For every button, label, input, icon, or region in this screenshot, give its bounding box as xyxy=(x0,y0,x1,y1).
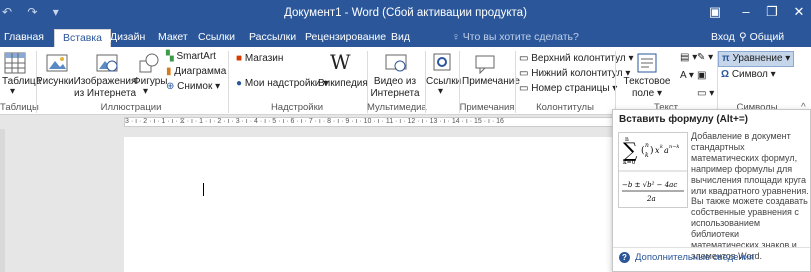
comment-icon xyxy=(475,55,495,74)
tab-references[interactable]: Ссылки xyxy=(198,29,235,47)
pictures-icon xyxy=(46,54,68,72)
person-icon: ⚲ xyxy=(739,31,747,43)
date-time-icon[interactable]: ▣ xyxy=(697,70,706,82)
header-button[interactable]: ▭ Верхний колонтитул ▾ xyxy=(519,53,634,65)
footer-button[interactable]: ▭ Нижний колонтитул ▾ xyxy=(519,68,630,80)
title-bar: ↶ ↷ ▾ Документ1 - Word (Сбой активации п… xyxy=(0,0,811,26)
horizontal-ruler[interactable]: 3 · ı · 2 · ı · 1 · ı · ⧖ · ı · 1 · ı · … xyxy=(124,117,614,127)
ribbon-display-icon[interactable]: ▣ xyxy=(700,4,730,20)
screenshot-icon: ⊕ xyxy=(166,81,175,92)
text-cursor xyxy=(203,183,204,196)
group-comments-label: Примечания xyxy=(459,102,515,113)
screenshot-button[interactable]: ⊕ Снимок ▾ xyxy=(166,81,220,93)
tell-me-search[interactable]: ♀ Что вы хотите сделать? xyxy=(452,29,579,46)
tab-mailings[interactable]: Рассылки xyxy=(249,29,296,47)
my-addins-button[interactable]: ● Мои надстройки ▾ xyxy=(236,78,328,90)
links-dropdown-icon[interactable]: ▾ xyxy=(438,86,443,98)
tab-layout[interactable]: Макет xyxy=(158,29,188,47)
online-pictures-icon xyxy=(96,54,118,72)
group-header-footer-label: Колонтитулы xyxy=(536,102,594,113)
formula-preview-image: ∑ n k=0 ( n k ) x k a n−k −b ± √b² − 4ac… xyxy=(618,132,688,208)
page-number-icon: ▭ xyxy=(519,83,529,94)
smartart-icon: ▚ xyxy=(166,51,174,62)
more-info-link[interactable]: ? Дополнительные сведения xyxy=(619,252,754,263)
page-number-button[interactable]: ▭ Номер страницы ▾ xyxy=(519,83,617,95)
signature-line-icon[interactable]: ✎ ▾ xyxy=(697,52,713,64)
svg-text:2a: 2a xyxy=(646,195,656,203)
svg-text:): ) xyxy=(650,145,654,156)
equation-button[interactable]: π Уравнение ▾ xyxy=(718,51,795,67)
document-page[interactable] xyxy=(124,137,614,272)
wikipedia-icon: W xyxy=(330,50,351,74)
links-icon xyxy=(433,53,451,71)
close-icon[interactable]: ✕ xyxy=(784,4,811,20)
tab-view[interactable]: Вид xyxy=(391,29,410,47)
tab-design[interactable]: Дизайн xyxy=(110,29,145,47)
window-title: Документ1 - Word (Сбой активации продукт… xyxy=(284,7,527,19)
online-video-button[interactable]: Видео из Интернета xyxy=(368,76,422,100)
maximize-icon[interactable]: ❐ xyxy=(757,4,787,20)
tooltip-description: Добавление в документ стандартных матема… xyxy=(691,131,809,196)
tab-home[interactable]: Главная xyxy=(4,29,44,47)
textbox-icon xyxy=(637,53,657,73)
svg-text:n: n xyxy=(645,142,649,149)
tab-review[interactable]: Рецензирование xyxy=(305,29,386,47)
group-illustrations-label: Иллюстрации xyxy=(100,102,162,113)
omega-icon: Ω xyxy=(721,69,730,80)
svg-text:(: ( xyxy=(641,145,645,156)
footer-icon: ▭ xyxy=(519,68,529,79)
shapes-button[interactable]: Фигуры xyxy=(133,76,167,88)
group-addins-label: Надстройки xyxy=(270,102,324,113)
tooltip-divider xyxy=(613,247,810,248)
tooltip-title: Вставить формулу (Alt+=) xyxy=(619,114,748,125)
tab-insert[interactable]: Вставка xyxy=(54,29,112,47)
store-button[interactable]: ■ Магазин xyxy=(236,53,283,65)
header-icon: ▭ xyxy=(519,53,529,64)
help-icon: ? xyxy=(619,252,630,263)
links-button[interactable]: Ссылки xyxy=(426,76,461,88)
svg-text:n−k: n−k xyxy=(669,144,679,150)
store-icon: ■ xyxy=(236,53,243,64)
sign-in-link[interactable]: Вход xyxy=(711,29,735,46)
wordart-icon[interactable]: A ▾ xyxy=(680,70,694,82)
chart-icon: ▮ xyxy=(166,66,172,77)
ribbon: Таблица ▾ Таблицы Рисунки Изображения из… xyxy=(0,47,811,115)
svg-text:n: n xyxy=(625,136,629,143)
quick-parts-icon[interactable]: ▤ ▾ xyxy=(680,52,697,64)
chart-button[interactable]: ▮ Диаграмма xyxy=(166,66,226,78)
left-margin-strip xyxy=(0,129,5,272)
addins-icon: ● xyxy=(236,78,243,89)
group-media-label: Мультимедиа xyxy=(367,102,427,113)
online-video-icon xyxy=(385,54,407,72)
shapes-dropdown-icon[interactable]: ▾ xyxy=(143,86,148,98)
smartart-button[interactable]: ▚ SmartArt xyxy=(166,51,216,63)
svg-text:−b ± √b² − 4ac: −b ± √b² − 4ac xyxy=(622,181,677,189)
shapes-icon xyxy=(139,53,159,73)
pi-icon: π xyxy=(722,53,730,64)
ribbon-tabs: Главная Вставка Дизайн Макет Ссылки Расс… xyxy=(0,26,811,60)
formula-illustration: ∑ n k=0 ( n k ) x k a n−k −b ± √b² − 4ac… xyxy=(619,136,687,203)
table-dropdown-icon[interactable]: ▾ xyxy=(10,86,15,98)
wikipedia-button[interactable]: Википедия xyxy=(318,78,368,90)
textbox-button[interactable]: Текстовое поле ▾ xyxy=(618,76,676,100)
table-icon xyxy=(4,52,26,74)
svg-text:k: k xyxy=(645,152,649,159)
lightbulb-icon: ♀ xyxy=(452,31,460,43)
svg-text:k=0: k=0 xyxy=(623,159,636,166)
equation-tooltip: Вставить формулу (Alt+=) ∑ n k=0 ( n k )… xyxy=(612,109,811,272)
svg-text:k: k xyxy=(660,144,663,150)
group-tables-label: Таблицы xyxy=(0,102,39,113)
object-icon[interactable]: ▭ ▾ xyxy=(697,88,714,100)
comment-button[interactable]: Примечание xyxy=(462,76,520,88)
symbol-button[interactable]: Ω Символ ▾ xyxy=(721,69,776,81)
